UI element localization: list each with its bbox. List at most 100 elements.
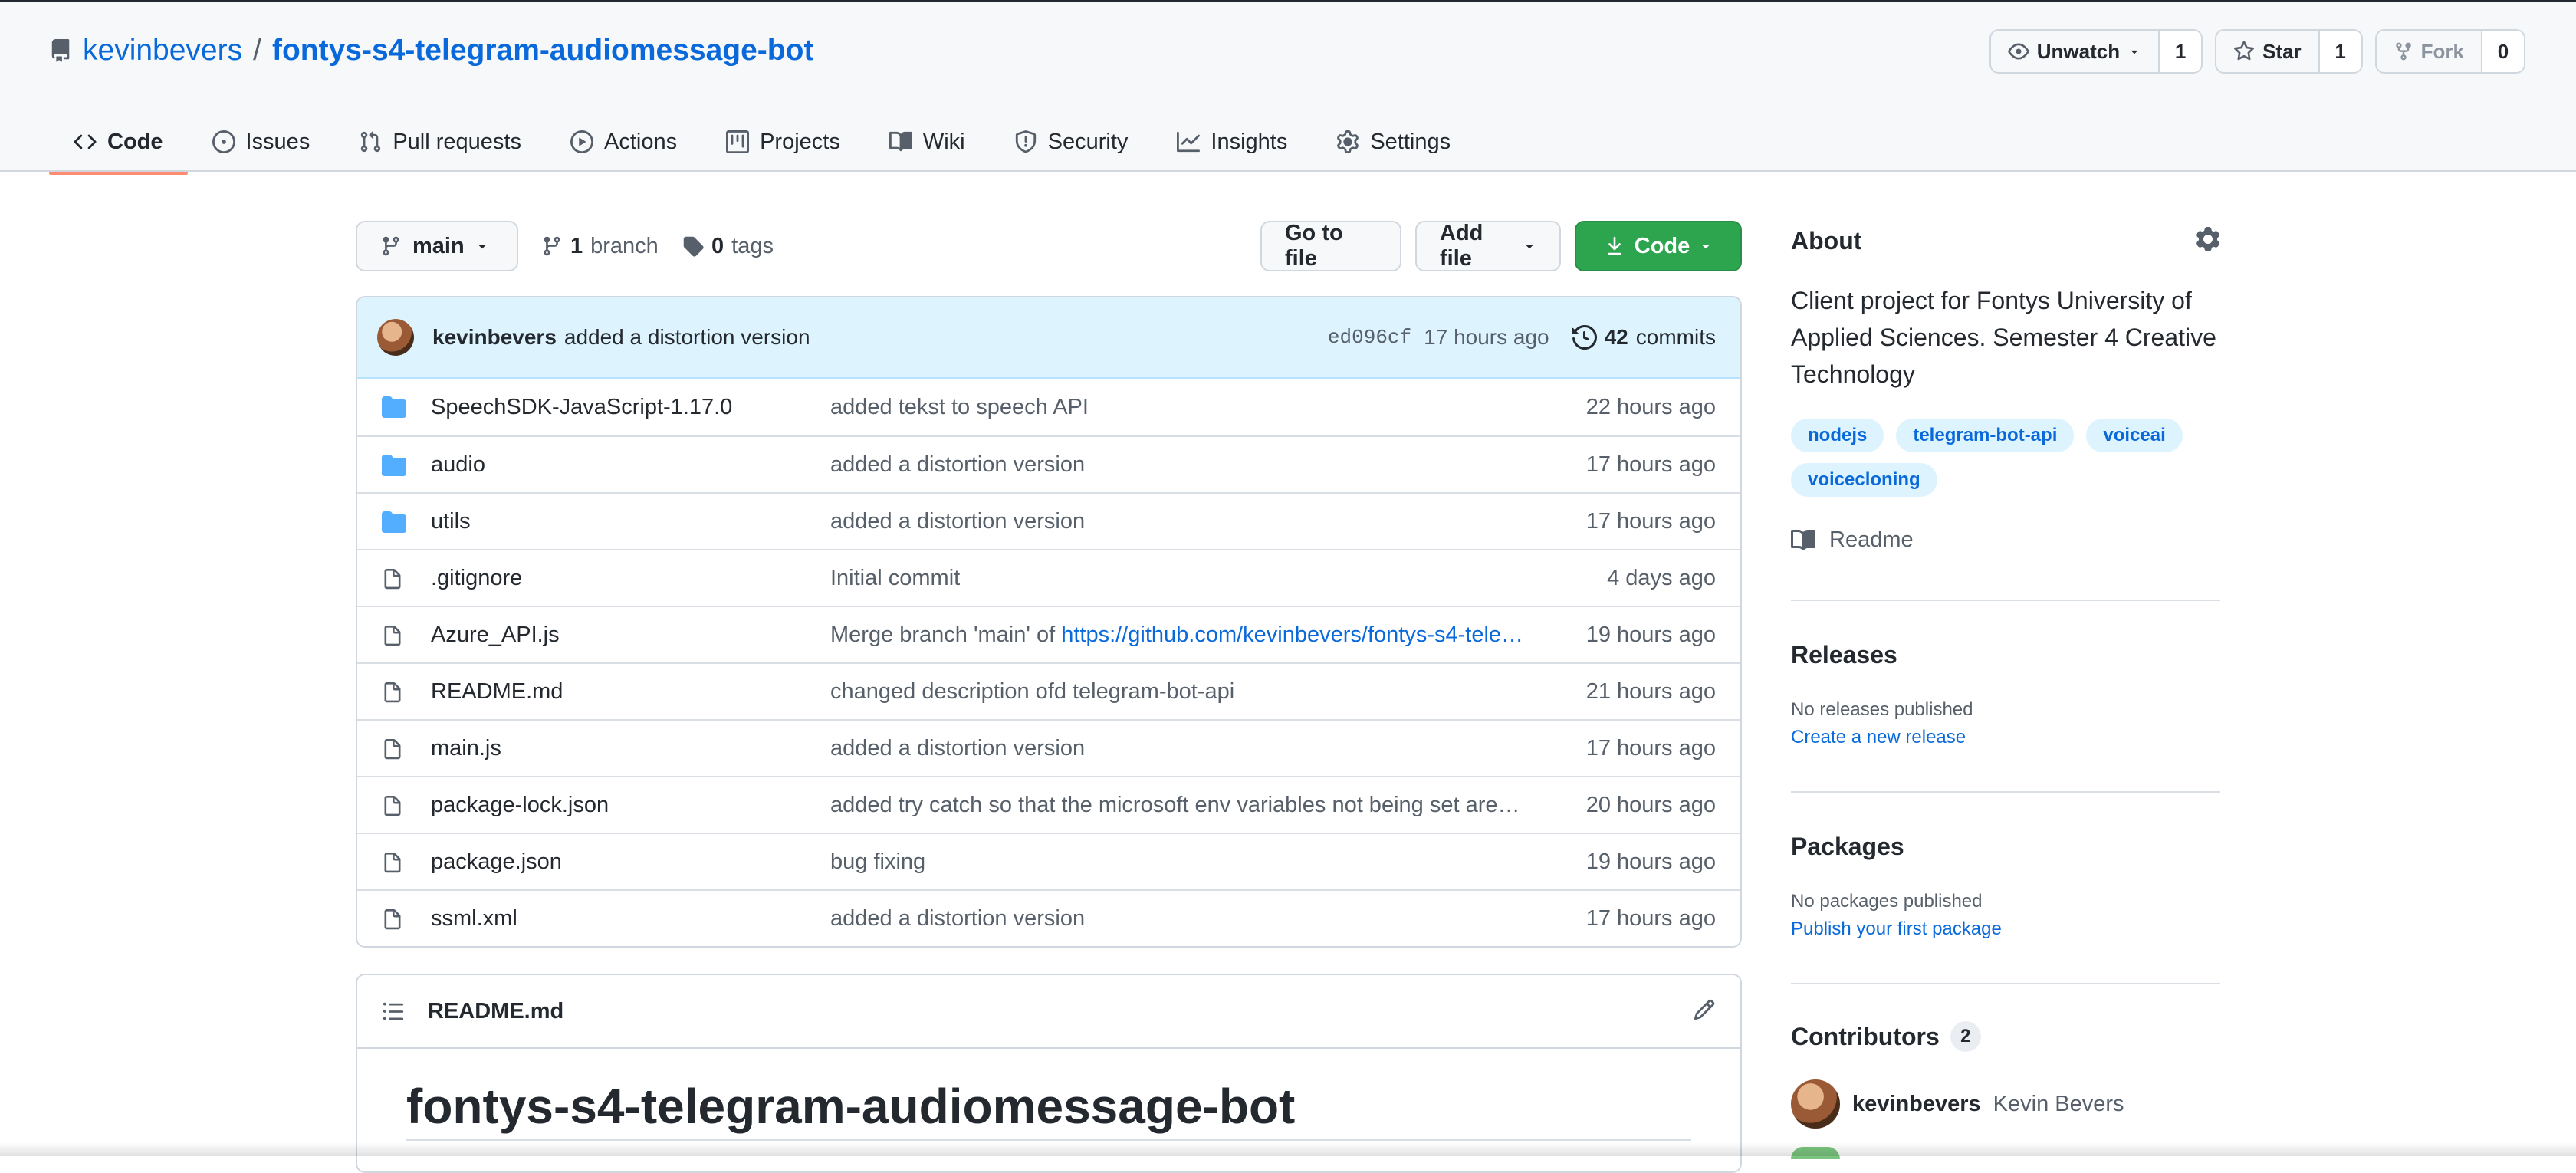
tab-settings-label: Settings <box>1370 129 1451 154</box>
unwatch-button[interactable]: Unwatch <box>1991 31 2158 72</box>
tab-wiki[interactable]: Wiki <box>865 110 990 173</box>
file-age: 19 hours ago <box>1585 622 1716 647</box>
star-button-group: Star 1 <box>2215 29 2363 74</box>
commit-author-link[interactable]: kevinbevers <box>432 325 557 350</box>
file-commit-message[interactable]: added a distortion version <box>830 736 1597 761</box>
file-commit-message-text: Merge branch 'main' of <box>830 622 1062 647</box>
readme-link[interactable]: Readme <box>1791 527 1914 553</box>
latest-commit-bar: kevinbevers added a distortion version e… <box>357 297 1740 379</box>
file-commit-message[interactable]: Merge branch 'main' of https://github.co… <box>830 623 1597 648</box>
file-row[interactable]: Azure_API.js Merge branch 'main' of https… <box>357 606 1740 662</box>
repo-owner-link[interactable]: kevinbevers <box>83 34 242 67</box>
file-row[interactable]: audio added a distortion version 17 hours … <box>357 435 1740 492</box>
commits-history-link[interactable]: 42 commits <box>1572 325 1716 350</box>
fork-count[interactable]: 0 <box>2481 31 2524 72</box>
create-release-link[interactable]: Create a new release <box>1791 727 1966 748</box>
file-name-link[interactable]: utils <box>431 509 471 534</box>
code-button[interactable]: Code <box>1575 221 1742 271</box>
topic-tag[interactable]: telegram-bot-api <box>1896 419 2075 452</box>
file-name-link[interactable]: Azure_API.js <box>431 623 560 648</box>
file-commit-message[interactable]: changed description ofd telegram-bot-api <box>830 679 1597 705</box>
tags-link[interactable]: 0 tags <box>682 221 774 271</box>
repo-actions: Unwatch 1 Star 1 Fork 0 <box>1989 29 2525 74</box>
go-to-file-label: Go to file <box>1285 221 1343 271</box>
file-name-link[interactable]: SpeechSDK-JavaScript-1.17.0 <box>431 395 732 420</box>
file-row[interactable]: package-lock.json added try catch so that… <box>357 776 1740 833</box>
file-name-link[interactable]: package.json <box>431 849 562 875</box>
topic-tag[interactable]: voicecloning <box>1791 463 1937 497</box>
repo-name-link[interactable]: fontys-s4-telegram-audiomessage-bot <box>272 34 813 67</box>
commit-sha-link[interactable]: ed096cf <box>1328 326 1411 349</box>
branches-link[interactable]: 1 branch <box>541 221 659 271</box>
watch-count[interactable]: 1 <box>2158 31 2202 72</box>
pencil-icon[interactable] <box>1693 998 1716 1021</box>
go-to-file-button[interactable]: Go to file <box>1260 221 1401 271</box>
releases-heading[interactable]: Releases <box>1791 641 1898 669</box>
file-row[interactable]: ssml.xml added a distortion version 17 hou… <box>357 889 1740 946</box>
tab-pull-requests[interactable]: Pull requests <box>334 110 546 173</box>
book-icon <box>1791 528 1815 553</box>
file-commit-message[interactable]: Initial commit <box>830 566 1597 591</box>
file-commit-message-text: added try catch so that the microsoft en… <box>830 792 1520 817</box>
file-commit-message-text: added a distortion version <box>830 735 1086 761</box>
releases-status: No releases published <box>1791 699 1973 720</box>
file-commit-message[interactable]: bug fixing <box>830 849 1597 875</box>
file-age: 20 hours ago <box>1585 792 1716 817</box>
file-name-link[interactable]: .gitignore <box>431 566 522 591</box>
file-age: 17 hours ago <box>1585 905 1716 931</box>
folder-icon <box>382 511 406 533</box>
tab-insights[interactable]: Insights <box>1152 110 1312 173</box>
star-button[interactable]: Star <box>2216 31 2318 72</box>
packages-status: No packages published <box>1791 891 1983 912</box>
commit-message-url-link[interactable]: https://github.com/kevinbevers/fontys-s4… <box>1061 623 1523 647</box>
file-row[interactable]: utils added a distortion version 17 hours … <box>357 492 1740 549</box>
caret-down-icon <box>475 239 489 253</box>
file-commit-message[interactable]: added a distortion version <box>830 452 1597 478</box>
file-navigation: main 1 branch 0 tags Go to file Add file… <box>356 221 1742 271</box>
tab-security[interactable]: Security <box>990 110 1153 173</box>
file-name-link[interactable]: ssml.xml <box>431 906 518 932</box>
topic-tag[interactable]: voiceai <box>2086 419 2183 452</box>
avatar[interactable] <box>377 319 414 356</box>
watch-button-group: Unwatch 1 <box>1989 29 2203 74</box>
file-age: 17 hours ago <box>1585 452 1716 477</box>
file-name-link[interactable]: main.js <box>431 736 501 761</box>
file-name-link[interactable]: README.md <box>431 679 563 705</box>
publish-package-link[interactable]: Publish your first package <box>1791 918 2002 940</box>
tab-projects[interactable]: Projects <box>702 110 865 173</box>
tab-code[interactable]: Code <box>49 110 188 175</box>
readme-divider <box>406 1139 1691 1141</box>
readme-link-label: Readme <box>1829 527 1914 552</box>
file-name-link[interactable]: package-lock.json <box>431 793 609 818</box>
contributors-heading[interactable]: Contributors <box>1791 1023 1940 1051</box>
file-name-link[interactable]: audio <box>431 452 485 478</box>
gear-icon[interactable] <box>2196 227 2220 251</box>
branch-select-button[interactable]: main <box>356 221 518 271</box>
tab-issues[interactable]: Issues <box>188 110 335 173</box>
tab-settings[interactable]: Settings <box>1312 110 1475 173</box>
star-count[interactable]: 1 <box>2318 31 2361 72</box>
fork-button[interactable]: Fork <box>2377 31 2481 72</box>
file-row[interactable]: .gitignore Initial commit 4 days ago <box>357 549 1740 606</box>
file-age: 4 days ago <box>1607 565 1716 590</box>
packages-heading[interactable]: Packages <box>1791 833 1904 861</box>
topic-tag[interactable]: nodejs <box>1791 419 1884 452</box>
file-commit-message-text: added a distortion version <box>830 508 1086 534</box>
file-row[interactable]: package.json bug fixing 19 hours ago <box>357 833 1740 889</box>
commit-message-link[interactable]: added a distortion version <box>564 325 810 350</box>
file-commit-message-text: added a distortion version <box>830 905 1086 931</box>
contributor-item[interactable]: kevinbevers Kevin Bevers <box>1791 1079 2124 1129</box>
file-commit-message[interactable]: added a distortion version <box>830 509 1597 534</box>
list-icon[interactable] <box>382 1000 405 1023</box>
file-row[interactable]: SpeechSDK-JavaScript-1.17.0 added tekst t… <box>357 379 1740 435</box>
tab-actions[interactable]: Actions <box>546 110 702 173</box>
file-commit-message[interactable]: added a distortion version <box>830 906 1597 932</box>
add-file-button[interactable]: Add file <box>1415 221 1561 271</box>
caret-down-icon <box>1523 239 1536 253</box>
file-row[interactable]: main.js added a distortion version 17 hour… <box>357 719 1740 776</box>
file-row[interactable]: README.md changed description ofd telegra… <box>357 662 1740 719</box>
file-commit-message-text: Initial commit <box>830 565 961 590</box>
sidebar-divider <box>1791 600 2220 601</box>
file-commit-message[interactable]: added tekst to speech API <box>830 395 1597 420</box>
file-commit-message[interactable]: added try catch so that the microsoft en… <box>830 793 1597 818</box>
